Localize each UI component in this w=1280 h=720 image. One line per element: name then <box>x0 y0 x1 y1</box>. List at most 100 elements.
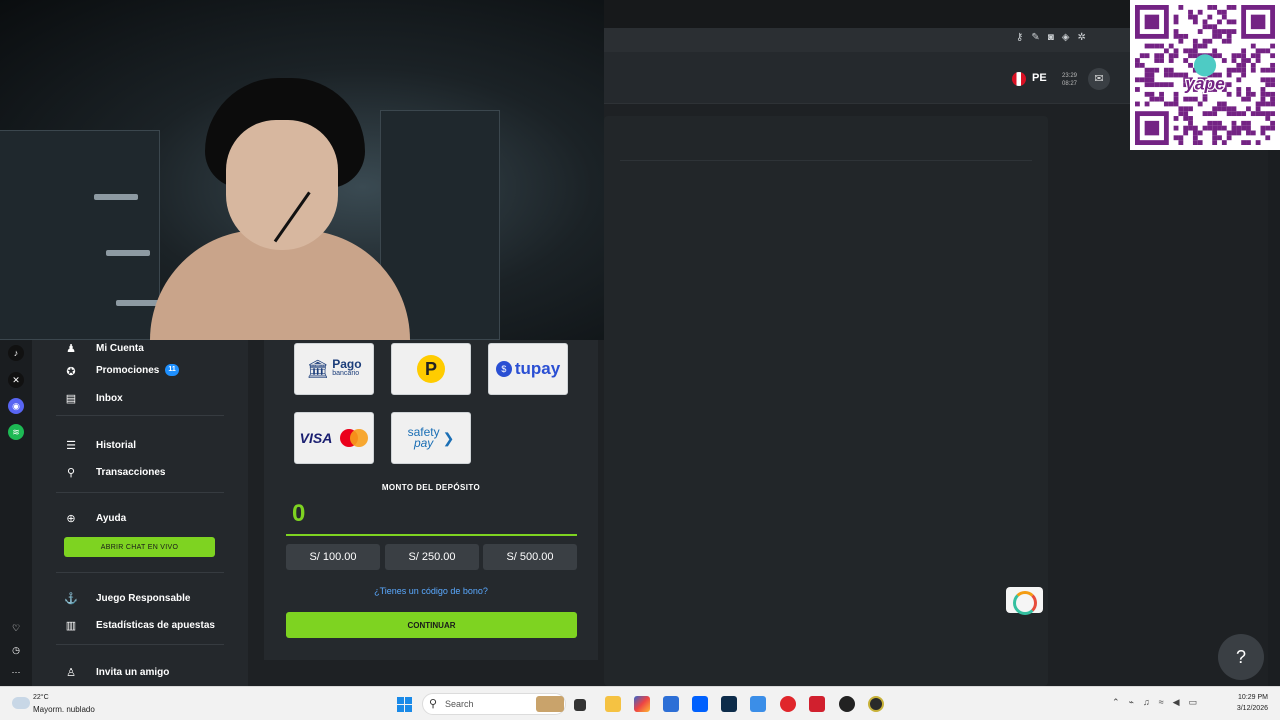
clock-icon[interactable]: ◷ <box>8 642 24 658</box>
sidebar-divider <box>56 572 224 573</box>
page-scrollbar[interactable] <box>1268 150 1280 686</box>
game-app-icon[interactable] <box>868 696 884 712</box>
heart-icon[interactable]: ♡ <box>8 620 24 636</box>
cabinet-handle <box>94 194 138 200</box>
header-clock-time: 23:29 <box>1062 73 1078 79</box>
recording-app-icon[interactable] <box>839 696 855 712</box>
sidebar-item-label: Invita un amigo <box>96 667 170 678</box>
x-icon[interactable]: ✕ <box>8 372 24 388</box>
payment-method-safetypay[interactable]: safety pay ❯ <box>391 412 471 464</box>
bonus-code-link[interactable]: ¿Tienes un código de bono? <box>264 586 598 596</box>
extension-icon[interactable]: ✲ <box>1077 32 1085 43</box>
pagoefectivo-logo-icon: P <box>417 355 445 383</box>
sidebar-item-label: Inbox <box>96 393 123 404</box>
header-clock-sub: 08:27 <box>1062 81 1078 87</box>
payment-method-pagoefectivo[interactable]: P <box>391 343 471 395</box>
floating-app-icon[interactable] <box>1006 587 1043 615</box>
weather-cloud-icon[interactable] <box>12 697 30 709</box>
windows-taskbar: 22°C Mayorm. nublado ⚲ Search ⌃⌁♫≈◀▭ 10:… <box>0 686 1280 720</box>
sidebar-item-label: Transacciones <box>96 467 166 478</box>
stats-icon: ▥ <box>65 620 77 632</box>
weather-temperature[interactable]: 22°C <box>33 694 49 701</box>
tupay-text: tupay <box>514 359 561 378</box>
bank-icon: 🏛 <box>306 358 330 379</box>
safetypay-arrow-icon: ❯ <box>442 429 455 446</box>
edit-icon[interactable]: ✎ <box>1031 32 1039 43</box>
wifi-icon[interactable]: ≈ <box>1159 697 1173 707</box>
user-icon: ♟ <box>66 343 76 355</box>
tiktok-icon[interactable]: ♪ <box>8 345 24 361</box>
microphone-icon[interactable]: ♫ <box>1143 697 1159 707</box>
promotions-count-badge: 11 <box>165 364 179 377</box>
shield-icon[interactable]: ◈ <box>1062 32 1070 43</box>
widgets-icon[interactable] <box>536 696 564 712</box>
country-code[interactable]: PE <box>1032 72 1047 84</box>
copilot-icon[interactable] <box>634 696 650 712</box>
sidebar-item-label: Promociones 11 <box>96 364 179 378</box>
sidebar-divider <box>56 415 224 416</box>
sidebar-item-label: Mi Cuenta <box>96 343 144 354</box>
payment-method-pago-bancario[interactable]: 🏛 Pago bancario <box>294 343 374 395</box>
taskbar-search-placeholder: Search <box>445 699 474 709</box>
preset-500-button[interactable]: S/ 500.00 <box>483 544 577 570</box>
more-icon[interactable]: ⋯ <box>8 664 24 680</box>
red-app-icon[interactable] <box>809 696 825 712</box>
network-icon[interactable]: ⌁ <box>1129 697 1143 707</box>
dropbox-icon[interactable] <box>692 696 708 712</box>
social-rail: ♪ ✕ ◉ ≋ ♡ ◷ ⋯ <box>0 340 32 686</box>
deposit-amount-underline <box>286 534 577 536</box>
sidebar-item-label: Juego Responsable <box>96 593 191 604</box>
store-icon[interactable] <box>663 696 679 712</box>
camera-icon[interactable]: ◙ <box>1048 32 1054 43</box>
sidebar-item-label: Ayuda <box>96 513 127 524</box>
open-live-chat-button[interactable]: ABRIR CHAT EN VIVO <box>64 537 215 557</box>
volume-icon[interactable]: ◀ <box>1173 697 1189 707</box>
preset-100-button[interactable]: S/ 100.00 <box>286 544 380 570</box>
battery-icon[interactable]: ▭ <box>1189 697 1207 707</box>
discord-icon[interactable]: ◉ <box>8 398 24 414</box>
spotify-icon[interactable]: ≋ <box>8 424 24 440</box>
safetypay-text: safety pay <box>407 425 440 450</box>
account-sidebar: ♟ Mi Cuenta ✪ Promociones 11 ▤ Inbox ☰ Hi… <box>32 340 248 686</box>
deposit-amount-input[interactable]: 0 <box>292 500 305 528</box>
mail-icon[interactable]: ✉ <box>1088 68 1110 90</box>
yape-qr-code: yape <box>1130 0 1280 150</box>
pago-bancario-text: Pago bancario <box>332 357 362 377</box>
system-tray: ⌃⌁♫≈◀▭ <box>1112 697 1206 708</box>
payment-method-tupay[interactable]: $ tupay <box>488 343 568 395</box>
file-explorer-icon[interactable] <box>605 696 621 712</box>
tupay-logo-icon: $ <box>495 361 512 377</box>
lifebuoy-icon: ⊕ <box>66 513 76 525</box>
mastercard-logo-icon <box>340 429 369 447</box>
key-icon[interactable]: ⚷ <box>1016 32 1023 43</box>
taskbar-date[interactable]: 3/12/2026 <box>1224 705 1268 712</box>
content-panel <box>604 116 1048 686</box>
opera-icon[interactable] <box>780 696 796 712</box>
sidebar-item-label: Estadísticas de apuestas <box>96 620 215 631</box>
mail-app-icon[interactable] <box>750 696 766 712</box>
invite-icon: ♙ <box>66 667 76 679</box>
search-icon: ⚲ <box>429 698 438 710</box>
history-icon: ☰ <box>66 440 76 452</box>
editor-app-icon[interactable] <box>721 696 737 712</box>
visa-text: VISA <box>299 430 333 446</box>
help-chat-icon[interactable]: ? <box>1218 634 1264 680</box>
continue-button[interactable]: CONTINUAR <box>286 612 577 638</box>
star-icon: ✪ <box>66 366 76 378</box>
weather-description[interactable]: Mayorm. nublado <box>33 705 95 714</box>
webcam-overlay <box>0 0 604 340</box>
preset-250-button[interactable]: S/ 250.00 <box>385 544 479 570</box>
payment-method-visa-mastercard[interactable]: VISA <box>294 412 374 464</box>
site-header <box>604 52 1132 104</box>
windows-start-icon[interactable] <box>397 697 412 712</box>
browser-toolbar-icons: ⚷ ✎ ◙ ◈ ✲ <box>1016 32 1086 43</box>
sidebar-divider <box>56 492 224 493</box>
cabinet-handle <box>116 300 160 306</box>
svg-text:yape: yape <box>1184 73 1225 93</box>
peru-flag-icon[interactable] <box>1012 72 1026 86</box>
deposit-amount-title: MONTO DEL DEPÓSITO <box>381 483 481 492</box>
chevron-up-icon[interactable]: ⌃ <box>1112 697 1129 707</box>
taskbar-time[interactable]: 10:29 PM <box>1228 694 1268 701</box>
task-view-icon[interactable] <box>574 699 586 711</box>
sidebar-divider <box>56 644 224 645</box>
